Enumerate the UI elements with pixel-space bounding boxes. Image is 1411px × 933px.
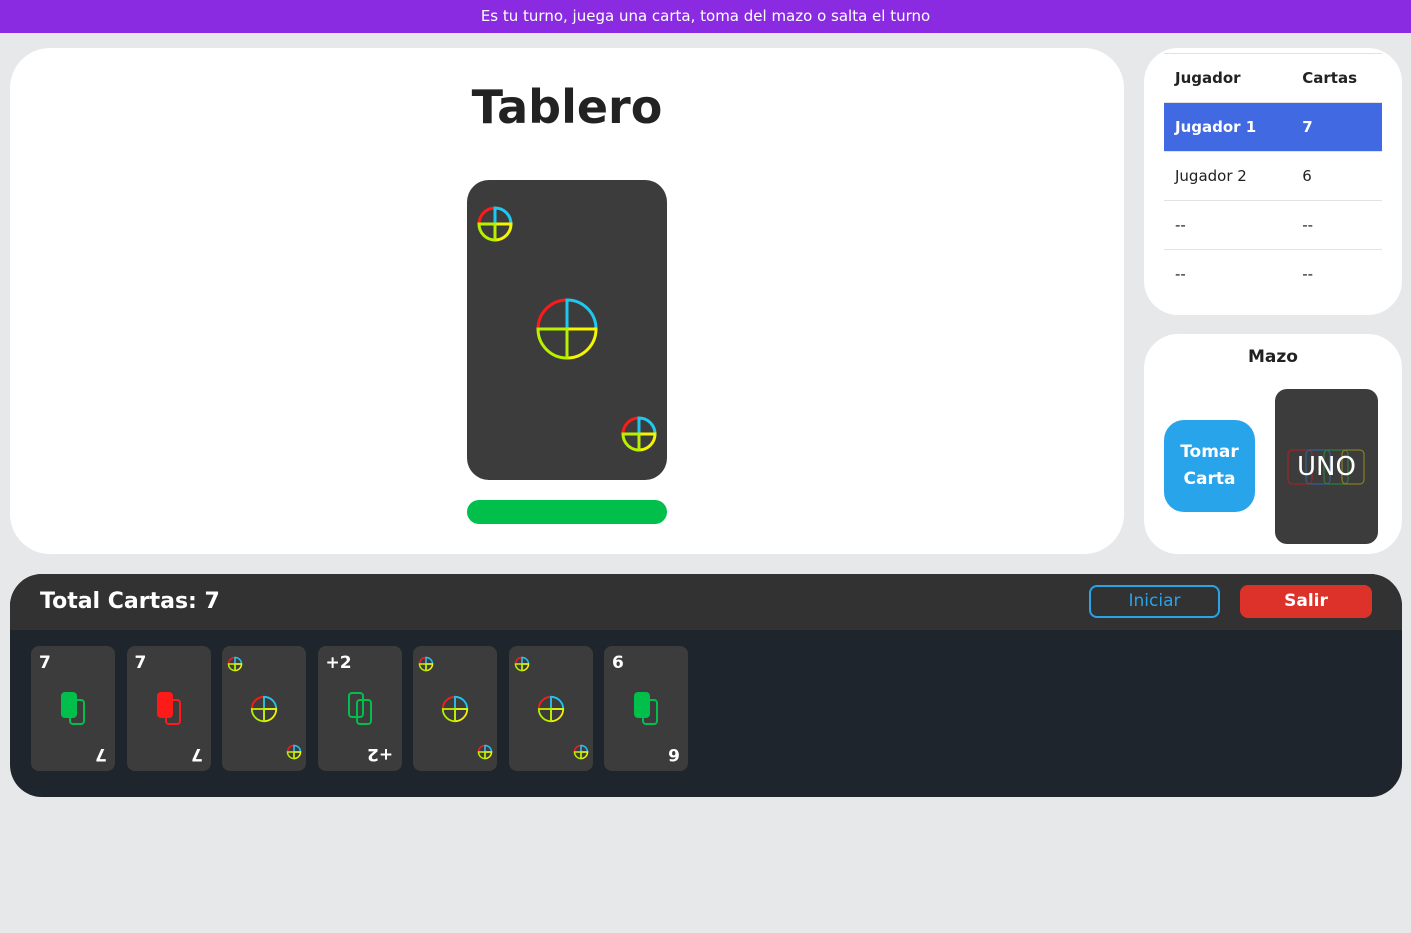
column-header-player: Jugador xyxy=(1164,53,1292,103)
card-value-rotated: 7 xyxy=(95,744,107,764)
card-value: 7 xyxy=(134,653,147,673)
player-card-count: -- xyxy=(1291,200,1382,250)
players-panel: Jugador Cartas Jugador 1 7 Jugador 2 6 -… xyxy=(1144,48,1402,315)
player-name: Jugador 2 xyxy=(1164,151,1292,201)
color-wheel-icon xyxy=(621,416,657,452)
player-name: Jugador 1 xyxy=(1164,102,1292,152)
players-table: Jugador Cartas Jugador 1 7 Jugador 2 6 -… xyxy=(1164,53,1382,299)
draw-two-icon xyxy=(347,692,372,725)
board-panel: Tablero xyxy=(10,48,1124,554)
card-symbol-icon xyxy=(634,692,658,725)
current-card xyxy=(467,180,667,480)
draw-card-button[interactable]: Tomar Carta xyxy=(1164,420,1255,512)
color-wheel-icon xyxy=(573,744,588,760)
card-value: 6 xyxy=(612,653,624,673)
table-row: Jugador 1 7 xyxy=(1164,102,1382,152)
player-card-count: 6 xyxy=(1291,151,1382,201)
color-wheel-icon xyxy=(536,298,598,360)
hand-card[interactable] xyxy=(413,646,497,771)
column-header-cards: Cartas xyxy=(1291,53,1382,103)
color-wheel-icon xyxy=(477,744,493,760)
table-row: -- -- xyxy=(1164,200,1382,250)
color-wheel-icon xyxy=(250,695,278,723)
card-symbol-icon xyxy=(61,692,85,725)
deck-back-logo: UNO xyxy=(1297,452,1356,482)
hand-card[interactable] xyxy=(222,646,306,771)
draw-card-label-line1: Tomar xyxy=(1180,442,1239,462)
deck-panel: Mazo Tomar Carta UNO xyxy=(1144,334,1402,554)
color-wheel-icon xyxy=(477,206,513,242)
current-color-indicator xyxy=(467,500,667,524)
turn-status-bar: Es tu turno, juega una carta, toma del m… xyxy=(0,0,1411,33)
hand-card[interactable] xyxy=(508,646,593,771)
start-button[interactable]: Iniciar xyxy=(1089,585,1220,618)
deck-title: Mazo xyxy=(1248,347,1298,367)
draw-card-label-line2: Carta xyxy=(1183,469,1236,489)
table-row: -- -- xyxy=(1164,249,1382,299)
board-title: Tablero xyxy=(471,80,663,134)
card-value-rotated: 6 xyxy=(668,744,680,764)
player-name: -- xyxy=(1164,249,1292,299)
deck-pile[interactable]: UNO xyxy=(1275,389,1378,544)
color-wheel-icon xyxy=(286,744,302,760)
exit-button[interactable]: Salir xyxy=(1240,585,1372,618)
card-symbol-icon xyxy=(156,692,181,725)
color-wheel-icon xyxy=(418,656,434,672)
player-card-count: -- xyxy=(1291,249,1382,299)
card-value: +2 xyxy=(325,653,352,673)
total-cards-label: Total Cartas: 7 xyxy=(40,589,220,614)
turn-status-message: Es tu turno, juega una carta, toma del m… xyxy=(480,7,931,25)
color-wheel-icon xyxy=(441,695,469,723)
color-wheel-icon xyxy=(514,656,529,672)
table-row: Jugador 2 6 xyxy=(1164,151,1382,201)
player-hand-panel: Total Cartas: 7 Iniciar Salir 7 77 7 +2 … xyxy=(10,574,1402,797)
hand-header: Total Cartas: 7 Iniciar Salir xyxy=(10,574,1402,630)
color-wheel-icon xyxy=(537,695,564,723)
card-value: 7 xyxy=(39,653,51,673)
hand-card[interactable]: 6 6 xyxy=(604,646,688,771)
card-value-rotated: +2 xyxy=(367,744,394,764)
card-value-rotated: 7 xyxy=(190,744,203,764)
hand-card[interactable]: 7 7 xyxy=(31,646,115,771)
player-name: -- xyxy=(1164,200,1292,250)
color-wheel-icon xyxy=(227,656,243,672)
player-card-count: 7 xyxy=(1291,102,1382,152)
hand-card[interactable]: +2 +2 xyxy=(317,646,402,771)
hand-card[interactable]: 7 7 xyxy=(126,646,211,771)
